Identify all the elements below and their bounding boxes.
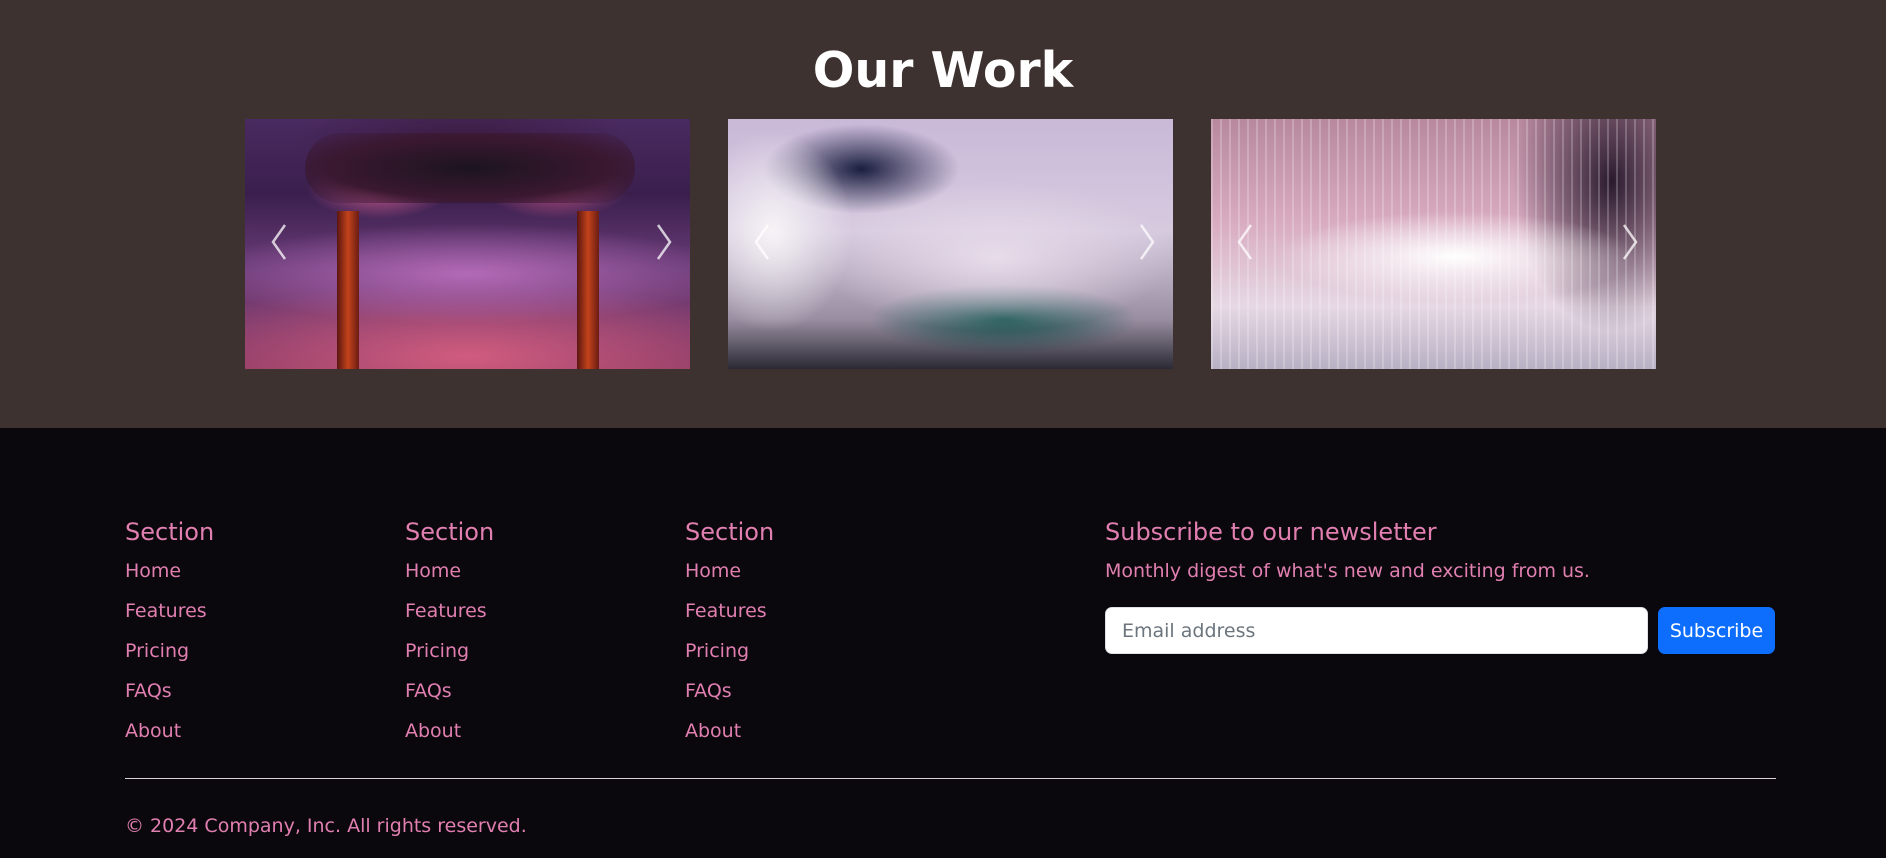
chevron-left-icon[interactable] — [265, 219, 293, 265]
column-heading: Section — [125, 518, 215, 546]
section-title: Our Work — [812, 42, 1074, 99]
carousel-3[interactable] — [1211, 119, 1656, 369]
footer-link-about[interactable]: About — [125, 720, 181, 742]
chevron-left-icon[interactable] — [1231, 219, 1259, 265]
footer-link-faqs[interactable]: FAQs — [405, 680, 452, 702]
footer-link-faqs[interactable]: FAQs — [685, 680, 732, 702]
footer-column-2: Section Home Features Pricing FAQs About — [405, 468, 645, 753]
copyright-text: © 2024 Company, Inc. All rights reserved… — [125, 815, 527, 837]
subscribe-button[interactable]: Subscribe — [1658, 607, 1775, 654]
footer: Section Home Features Pricing FAQs About… — [0, 428, 1886, 858]
footer-link-about[interactable]: About — [685, 720, 741, 742]
newsletter-heading: Subscribe to our newsletter — [1105, 518, 1437, 546]
carousel-2[interactable] — [728, 119, 1173, 369]
floral-arch-banquet-hall-photo — [245, 119, 690, 369]
chevron-right-icon[interactable] — [1616, 219, 1644, 265]
footer-link-home[interactable]: Home — [405, 560, 461, 582]
chevron-left-icon[interactable] — [748, 219, 776, 265]
footer-divider — [125, 778, 1776, 779]
chevron-right-icon[interactable] — [650, 219, 678, 265]
footer-link-features[interactable]: Features — [685, 600, 767, 622]
footer-column-3: Section Home Features Pricing FAQs About — [685, 468, 925, 753]
footer-link-features[interactable]: Features — [405, 600, 487, 622]
footer-link-features[interactable]: Features — [125, 600, 207, 622]
footer-link-pricing[interactable]: Pricing — [685, 640, 749, 662]
footer-link-pricing[interactable]: Pricing — [405, 640, 469, 662]
footer-link-pricing[interactable]: Pricing — [125, 640, 189, 662]
carousel-1[interactable] — [245, 119, 690, 369]
footer-link-home[interactable]: Home — [125, 560, 181, 582]
white-table-setting-photo — [728, 119, 1173, 369]
footer-link-faqs[interactable]: FAQs — [125, 680, 172, 702]
footer-column-1: Section Home Features Pricing FAQs About — [125, 468, 365, 753]
newsletter-form: Subscribe to our newsletter Monthly dige… — [1105, 516, 1775, 654]
long-table-white-flowers-photo — [1211, 119, 1656, 369]
column-heading: Section — [685, 518, 775, 546]
footer-link-home[interactable]: Home — [685, 560, 741, 582]
our-work-section: Our Work — [0, 0, 1886, 428]
email-input[interactable] — [1105, 607, 1648, 654]
newsletter-description: Monthly digest of what's new and excitin… — [1105, 560, 1590, 582]
chevron-right-icon[interactable] — [1133, 219, 1161, 265]
footer-link-about[interactable]: About — [405, 720, 461, 742]
column-heading: Section — [405, 518, 495, 546]
